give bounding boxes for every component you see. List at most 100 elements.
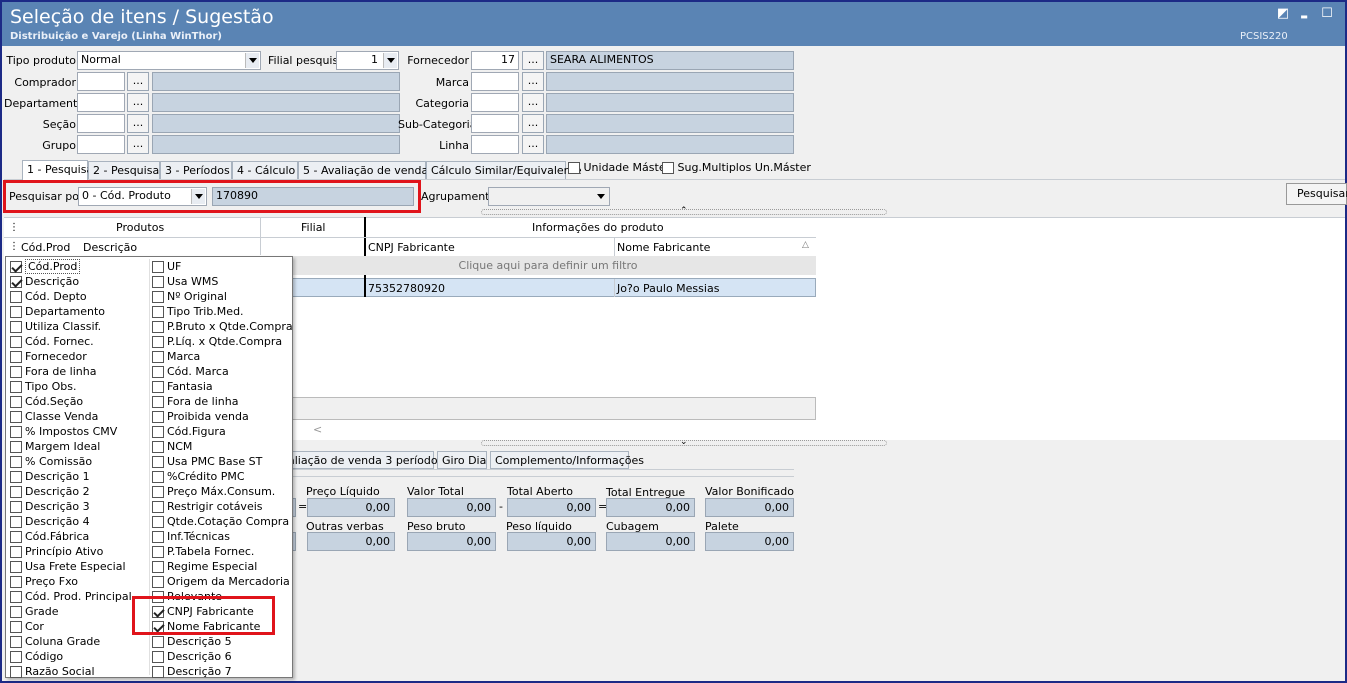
comprador-code-input[interactable] [77, 72, 125, 91]
column-option-col1-12[interactable]: Margem Ideal [10, 439, 100, 454]
col-desc-header[interactable]: Descrição [83, 241, 137, 254]
tab-giro-dia[interactable]: Giro Dia [437, 451, 487, 469]
column-option-col1-20[interactable]: Usa Frete Especial [10, 559, 126, 574]
column-option-col1-9[interactable]: Cód.Seção [10, 394, 83, 409]
checkbox-icon[interactable] [10, 350, 22, 363]
chevron-down-icon[interactable] [383, 53, 397, 68]
checkbox-icon[interactable] [10, 560, 22, 573]
checkbox-icon[interactable] [152, 320, 164, 333]
unidade-master-checkbox[interactable]: Unidade Máster [568, 161, 670, 174]
column-option-col1-1[interactable]: Descrição [10, 274, 79, 289]
checkbox-icon[interactable] [10, 650, 22, 663]
checkbox-icon[interactable] [10, 590, 22, 603]
checkbox-icon[interactable] [152, 455, 164, 468]
linha-lookup-button[interactable]: ... [522, 135, 544, 154]
secao-lookup-button[interactable]: ... [127, 114, 149, 133]
checkbox-icon[interactable] [152, 530, 164, 543]
column-option-col2-14[interactable]: %Crédito PMC [152, 469, 245, 484]
checkbox-icon[interactable] [152, 485, 164, 498]
column-option-col1-2[interactable]: Cód. Depto [10, 289, 87, 304]
agrupamento-select[interactable] [488, 187, 610, 206]
linha-code-input[interactable] [471, 135, 519, 154]
sug-multiplos-checkbox[interactable]: Sug.Multiplos Un.Máster [662, 161, 811, 174]
column-option-col2-21[interactable]: Origem da Mercadoria [152, 574, 290, 589]
checkbox-icon[interactable] [152, 560, 164, 573]
checkbox-icon[interactable] [10, 410, 22, 423]
checkbox-icon[interactable] [10, 500, 22, 513]
marca-lookup-button[interactable]: ... [522, 72, 544, 91]
column-option-col2-20[interactable]: Regime Especial [152, 559, 257, 574]
checkbox-icon[interactable] [10, 620, 22, 633]
collapse-down-icon[interactable]: ⌄ [680, 437, 688, 447]
column-option-col1-15[interactable]: Descrição 2 [10, 484, 90, 499]
marca-code-input[interactable] [471, 72, 519, 91]
checkbox-icon[interactable] [10, 335, 22, 348]
column-option-col1-0[interactable]: Cód.Prod [10, 259, 81, 274]
column-option-col1-6[interactable]: Fornecedor [10, 349, 87, 364]
subcategoria-lookup-button[interactable]: ... [522, 114, 544, 133]
column-option-col2-19[interactable]: P.Tabela Fornec. [152, 544, 254, 559]
checkbox-icon[interactable] [152, 275, 164, 288]
col-cnpj-header[interactable]: CNPJ Fabricante [368, 241, 455, 254]
column-option-col1-17[interactable]: Descrição 4 [10, 514, 90, 529]
checkbox-icon[interactable] [10, 440, 22, 453]
tab-pesquisa-2[interactable]: 2 - Pesquisa [88, 161, 160, 179]
checkbox-icon[interactable] [152, 290, 164, 303]
columns-menu-icon[interactable]: ⋮ [9, 241, 19, 252]
column-option-col1-4[interactable]: Utiliza Classif. [10, 319, 101, 334]
column-option-col1-13[interactable]: % Comissão [10, 454, 92, 469]
checkbox-icon[interactable] [152, 365, 164, 378]
column-option-col1-27[interactable]: Razão Social [10, 664, 95, 679]
col-cod-header[interactable]: Cód.Prod [21, 241, 70, 254]
grupo-lookup-button[interactable]: ... [127, 135, 149, 154]
column-option-col2-8[interactable]: Fantasia [152, 379, 213, 394]
column-option-col1-26[interactable]: Código [10, 649, 63, 664]
column-option-col1-11[interactable]: % Impostos CMV [10, 424, 117, 439]
checkbox-icon[interactable] [152, 545, 164, 558]
minimize-icon[interactable]: ▬ [1297, 12, 1311, 21]
pesquisar-button[interactable]: Pesquisar [1286, 183, 1347, 205]
checkbox-icon[interactable] [152, 425, 164, 438]
tab-complemento[interactable]: Complemento/Informações [490, 451, 644, 469]
checkbox-icon[interactable] [10, 665, 22, 678]
checkbox-icon[interactable] [10, 290, 22, 303]
col-nome-header[interactable]: Nome Fabricante [617, 241, 710, 254]
tipo-produto-select[interactable]: Normal [77, 51, 261, 70]
checkbox-checked-icon[interactable] [10, 260, 22, 273]
checkbox-icon[interactable] [152, 575, 164, 588]
column-option-col2-18[interactable]: Inf.Técnicas [152, 529, 230, 544]
table-row[interactable] [280, 278, 816, 297]
scroll-left-icon[interactable]: < [313, 423, 322, 436]
column-option-col1-3[interactable]: Departamento [10, 304, 105, 319]
checkbox-icon[interactable] [152, 500, 164, 513]
subcategoria-code-input[interactable] [471, 114, 519, 133]
column-option-col1-7[interactable]: Fora de linha [10, 364, 96, 379]
column-option-col1-23[interactable]: Grade [10, 604, 59, 619]
column-option-col1-25[interactable]: Coluna Grade [10, 634, 100, 649]
checkbox-icon[interactable] [152, 305, 164, 318]
column-option-col2-3[interactable]: Tipo Trib.Med. [152, 304, 244, 319]
checkbox-icon[interactable] [152, 335, 164, 348]
column-option-col1-18[interactable]: Cód.Fábrica [10, 529, 89, 544]
checkbox-icon[interactable] [152, 395, 164, 408]
column-option-col2-15[interactable]: Preço Máx.Consum. [152, 484, 275, 499]
checkbox-icon[interactable] [10, 605, 22, 618]
grupo-code-input[interactable] [77, 135, 125, 154]
categoria-code-input[interactable] [471, 93, 519, 112]
checkbox-icon[interactable] [152, 350, 164, 363]
column-option-col2-16[interactable]: Restrigir cotáveis [152, 499, 263, 514]
column-option-col2-1[interactable]: Usa WMS [152, 274, 218, 289]
column-option-col2-17[interactable]: Qtde.Cotação Compra [152, 514, 289, 529]
checkbox-icon[interactable] [152, 635, 164, 648]
column-option-col1-21[interactable]: Preço Fxo [10, 574, 78, 589]
filial-select[interactable]: 1 [336, 51, 399, 70]
column-option-col1-5[interactable]: Cód. Fornec. [10, 334, 94, 349]
checkbox-icon[interactable] [10, 470, 22, 483]
column-option-col2-6[interactable]: Marca [152, 349, 200, 364]
column-option-col2-11[interactable]: Cód.Figura [152, 424, 226, 439]
column-option-col1-14[interactable]: Descrição 1 [10, 469, 90, 484]
column-option-col2-26[interactable]: Descrição 6 [152, 649, 232, 664]
grid-menu-icon[interactable]: ⋮ [9, 222, 19, 233]
checkbox-icon[interactable] [10, 320, 22, 333]
checkbox-icon[interactable] [10, 530, 22, 543]
